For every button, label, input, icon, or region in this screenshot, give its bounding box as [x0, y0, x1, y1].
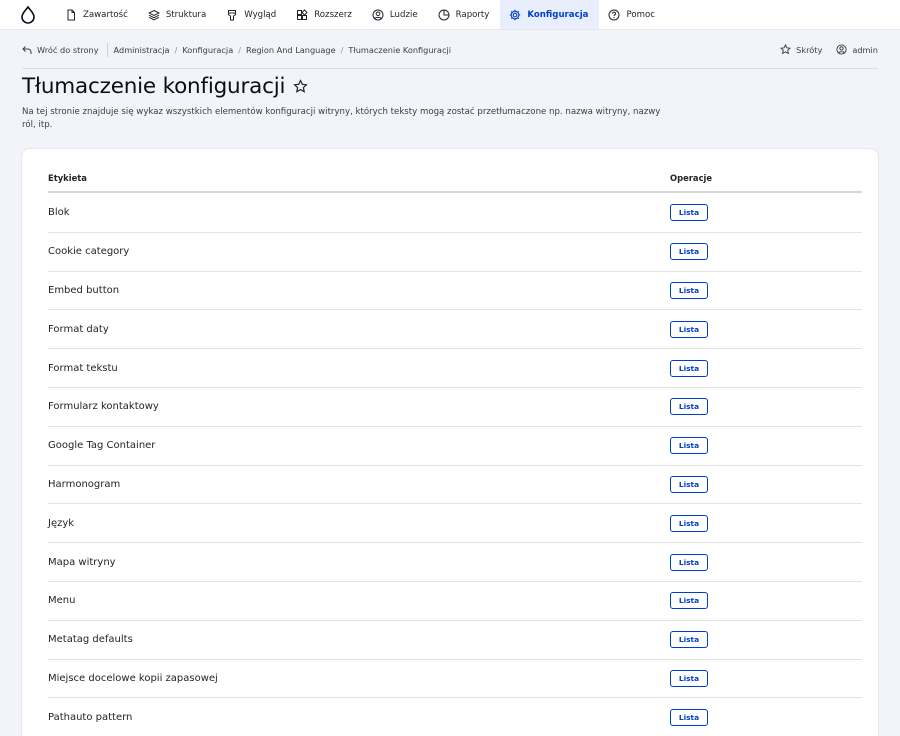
list-button[interactable]: Lista	[670, 708, 708, 726]
breadcrumb-separator: /	[238, 44, 241, 55]
table-header: Etykieta Operacje	[48, 165, 862, 193]
row-label: Metatag defaults	[48, 634, 133, 646]
star-icon	[780, 44, 792, 55]
toolbar-item-label: Struktura	[165, 9, 207, 20]
row-label: Format daty	[48, 323, 109, 335]
toolbar-item-label: Rozszerz	[314, 9, 352, 20]
user-name: admin	[852, 44, 878, 55]
breadcrumb-item[interactable]: Administracja	[114, 45, 170, 55]
row-label: Embed button	[48, 284, 120, 296]
toolbar-item-appearance[interactable]: Wygląd	[217, 0, 287, 29]
toolbar-item-people[interactable]: Ludzie	[363, 0, 429, 29]
table-row: Menu Lista	[48, 582, 862, 621]
list-button[interactable]: Lista	[670, 437, 708, 455]
add-to-shortcuts-button[interactable]	[293, 79, 309, 94]
puzzle-icon	[297, 8, 308, 20]
breadcrumb-item[interactable]: Region And Language	[246, 45, 336, 55]
back-label: Wróć do strony	[37, 44, 99, 55]
table-row: Miejsce docelowe kopii zapasowej Lista	[48, 660, 862, 699]
drupal-logo-icon[interactable]	[0, 0, 56, 29]
shortcuts-link[interactable]: Skróty	[780, 44, 822, 55]
paint-bucket-icon	[228, 9, 237, 20]
list-button[interactable]: Lista	[670, 475, 708, 493]
page-header: Tłumaczenie konfiguracji	[22, 74, 309, 99]
list-button[interactable]: Lista	[670, 553, 708, 571]
row-label: Cookie category	[48, 246, 130, 258]
table-row: Blok Lista	[48, 194, 862, 233]
toolbar-item-content[interactable]: Zawartość	[56, 0, 139, 29]
row-label: Mapa witryny	[48, 556, 116, 568]
list-button[interactable]: Lista	[670, 631, 708, 649]
breadcrumb-current: Tłumaczenie Konfiguracji	[348, 44, 451, 55]
breadcrumb-separator: /	[340, 44, 344, 55]
toolbar-item-reports[interactable]: Raporty	[429, 0, 501, 29]
list-button[interactable]: Lista	[670, 204, 708, 222]
list-button[interactable]: Lista	[670, 243, 708, 261]
toolbar-item-label: Raporty	[455, 9, 490, 20]
table-row: Cookie category Lista	[48, 233, 862, 272]
list-button[interactable]: Lista	[670, 669, 708, 687]
back-to-site-link[interactable]: Wróć do strony	[22, 42, 108, 57]
star-icon	[293, 79, 309, 93]
toolbar-item-label: Konfiguracja	[527, 9, 589, 20]
list-button[interactable]: Lista	[670, 359, 708, 377]
toolbar-item-configuration[interactable]: Konfiguracja	[500, 0, 600, 29]
page-description: Na tej stronie znajduje się wykaz wszyst…	[22, 107, 661, 130]
toolbar-item-help[interactable]: Pomoc	[599, 0, 666, 29]
column-header-operations: Operacje	[670, 173, 713, 183]
column-header-label: Etykieta	[48, 173, 87, 183]
row-label: Miejsce docelowe kopii zapasowej	[48, 672, 218, 684]
layers-icon	[147, 9, 160, 20]
user-circle-icon	[372, 9, 384, 20]
list-button[interactable]: Lista	[670, 592, 708, 610]
arrow-back-icon	[22, 45, 32, 54]
page-title: Tłumaczenie konfiguracji	[22, 74, 286, 99]
toolbar-item-label: Ludzie	[389, 9, 418, 20]
row-label: Pathauto pattern	[48, 711, 133, 723]
breadcrumb: Administracja / Konfiguracja / Region An…	[108, 45, 451, 55]
table-row: Harmonogram Lista	[48, 466, 862, 505]
row-label: Format tekstu	[48, 362, 118, 374]
toolbar-item-label: Zawartość	[83, 9, 128, 20]
table-row: Język Lista	[48, 504, 862, 544]
config-translation-table: Etykieta Operacje Blok Lista Cookie catego…	[22, 149, 878, 736]
table-row: Formularz kontaktowy Lista	[48, 388, 862, 427]
table-row: Metatag defaults Lista	[48, 621, 862, 660]
breadcrumb-item[interactable]: Konfiguracja	[182, 45, 233, 55]
toolbar-item-label: Wygląd	[244, 9, 277, 20]
row-label: Harmonogram	[48, 478, 121, 490]
list-button[interactable]: Lista	[670, 514, 708, 532]
breadcrumb-separator: /	[174, 44, 178, 55]
table-row: Google Tag Container Lista	[48, 427, 862, 466]
toolbar-item-label: Pomoc	[626, 9, 655, 20]
table-row: Pathauto pattern Lista	[48, 698, 862, 736]
list-button[interactable]: Lista	[670, 281, 708, 299]
toolbar-item-structure[interactable]: Struktura	[139, 0, 217, 29]
file-icon	[67, 9, 75, 20]
row-label: Formularz kontaktowy	[48, 401, 159, 413]
admin-toolbar: Zawartość Struktura Wygląd Rozszerz Ludz…	[0, 0, 900, 30]
user-menu[interactable]: admin	[836, 44, 878, 55]
row-label: Język	[48, 517, 75, 529]
row-label: Menu	[48, 595, 76, 607]
row-label: Google Tag Container	[48, 440, 156, 452]
user-actions: Skróty admin	[780, 44, 878, 55]
user-circle-icon	[836, 44, 847, 55]
list-button[interactable]: Lista	[670, 398, 708, 416]
pie-chart-icon	[438, 9, 450, 20]
table-row: Mapa witryny Lista	[48, 543, 862, 582]
toolbar-item-extend[interactable]: Rozszerz	[287, 0, 363, 29]
table-row: Format tekstu Lista	[48, 349, 862, 388]
table-row: Embed button Lista	[48, 272, 862, 311]
table-row: Format daty Lista	[48, 310, 862, 350]
help-circle-icon	[608, 9, 620, 20]
gear-icon	[510, 9, 521, 20]
row-label: Blok	[48, 207, 70, 219]
shortcuts-label: Skróty	[796, 44, 823, 55]
breadcrumb-bar: Wróć do strony Administracja / Konfigura…	[22, 31, 878, 69]
list-button[interactable]: Lista	[670, 320, 708, 338]
